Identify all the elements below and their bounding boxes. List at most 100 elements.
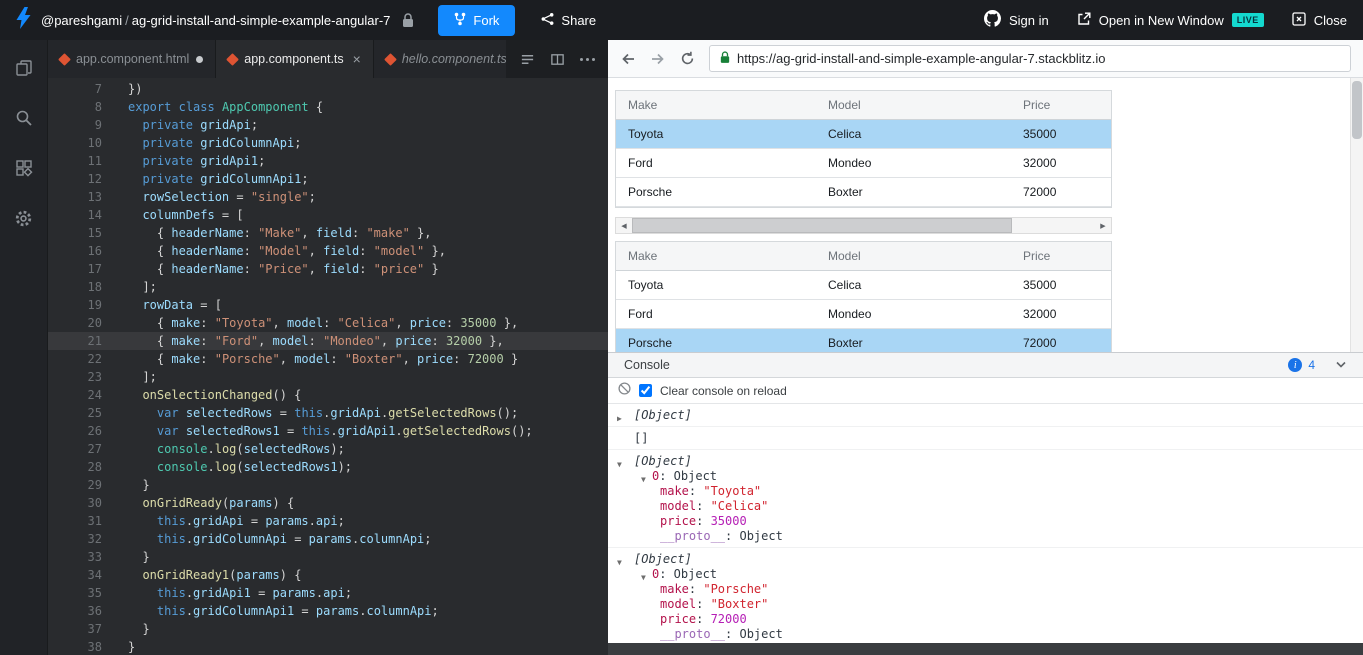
extensions-icon[interactable] xyxy=(8,152,40,184)
bottom-strip xyxy=(608,643,1363,655)
code-line[interactable]: 17 { headerName: "Price", field: "price"… xyxy=(48,260,608,278)
code-line[interactable]: 37 } xyxy=(48,620,608,638)
horizontal-scrollbar[interactable]: ◀ ▶ xyxy=(615,217,1112,234)
grid-cell: Porsche xyxy=(628,185,673,199)
https-lock-icon xyxy=(720,50,730,67)
stackblitz-logo-icon[interactable] xyxy=(16,6,31,34)
code-line[interactable]: 15 { headerName: "Make", field: "make" }… xyxy=(48,224,608,242)
code-line[interactable]: 25 var selectedRows = this.gridApi.getSe… xyxy=(48,404,608,422)
code-line[interactable]: 30 onGridReady(params) { xyxy=(48,494,608,512)
code-line[interactable]: 9 private gridApi; xyxy=(48,116,608,134)
grid-header-cell[interactable]: Make xyxy=(616,242,816,270)
editor-tab[interactable]: app.component.ts × xyxy=(216,40,374,78)
editor-tab[interactable]: app.component.html xyxy=(48,40,217,78)
open-new-window-button[interactable]: Open in New Window LIVE xyxy=(1077,12,1264,29)
hscroll-thumb[interactable] xyxy=(632,218,1012,233)
grid-row[interactable]: Toyota Celica 35000 xyxy=(616,120,1111,149)
collapse-triangle-icon[interactable]: ▼ xyxy=(617,457,622,472)
vertical-scrollbar[interactable] xyxy=(1350,78,1363,352)
split-editor-icon[interactable] xyxy=(544,46,570,72)
vscroll-thumb[interactable] xyxy=(1352,81,1362,139)
code-line[interactable]: 11 private gridApi1; xyxy=(48,152,608,170)
grid-row[interactable]: Ford Mondeo 32000 xyxy=(616,300,1111,329)
code-line[interactable]: 10 private gridColumnApi; xyxy=(48,134,608,152)
code-line[interactable]: 12 private gridColumnApi1; xyxy=(48,170,608,188)
grid-header-cell[interactable]: Model xyxy=(816,91,1011,119)
code-line[interactable]: 32 this.gridColumnApi = params.columnApi… xyxy=(48,530,608,548)
settings-gear-icon[interactable] xyxy=(8,202,40,234)
collapse-triangle-icon[interactable]: ▼ xyxy=(641,570,646,585)
code-line[interactable]: 14 columnDefs = [ xyxy=(48,206,608,224)
forward-icon[interactable] xyxy=(650,51,666,67)
console-entry[interactable]: ▼ [Object] ▼ 0: Object make: "Porsche" model:… xyxy=(608,548,1363,643)
scroll-right-icon[interactable]: ▶ xyxy=(1095,218,1111,233)
clear-on-reload-checkbox[interactable] xyxy=(639,384,652,397)
grid-header-cell[interactable]: Price xyxy=(1011,91,1111,119)
code-line[interactable]: 34 onGridReady1(params) { xyxy=(48,566,608,584)
fork-label: Fork xyxy=(473,12,500,28)
ag-grid-bottom: Make Model Price Toyota Celica 35000 Ford Monde… xyxy=(615,241,1112,352)
console-object-prop: __proto__: Object xyxy=(660,529,783,543)
grid-header-cell[interactable]: Price xyxy=(1011,242,1111,270)
code-line[interactable]: 38} xyxy=(48,638,608,655)
code-line[interactable]: 20 { make: "Toyota", model: "Celica", pr… xyxy=(48,314,608,332)
console-entry[interactable]: ▶ [Object] xyxy=(608,404,1363,427)
code-line[interactable]: 26 var selectedRows1 = this.gridApi1.get… xyxy=(48,422,608,440)
scroll-left-icon[interactable]: ◀ xyxy=(616,218,632,233)
chevron-down-icon[interactable] xyxy=(1335,361,1347,369)
code-line[interactable]: 28 console.log(selectedRows1); xyxy=(48,458,608,476)
grid-row[interactable]: Ford Mondeo 32000 xyxy=(616,149,1111,178)
collapse-triangle-icon[interactable]: ▼ xyxy=(617,555,622,570)
console-panel: Console i 4 Clear console on reload ▶ [O… xyxy=(608,352,1363,643)
signin-button[interactable]: Sign in xyxy=(983,10,1049,30)
code-line[interactable]: 23 ]; xyxy=(48,368,608,386)
code-line[interactable]: 13 rowSelection = "single"; xyxy=(48,188,608,206)
console-tab[interactable]: Console xyxy=(624,358,670,372)
back-icon[interactable] xyxy=(620,51,636,67)
breadcrumb-project[interactable]: ag-grid-install-and-simple-example-angul… xyxy=(132,13,391,28)
topbar: @pareshgami / ag-grid-install-and-simple-e… xyxy=(0,0,1363,40)
share-button[interactable]: Share xyxy=(541,12,596,29)
code-line[interactable]: 19 rowData = [ xyxy=(48,296,608,314)
code-line[interactable]: 8 export class AppComponent { xyxy=(48,98,608,116)
url-bar[interactable]: https://ag-grid-install-and-simple-examp… xyxy=(709,45,1351,72)
console-object-prop: model: "Boxter" xyxy=(660,597,769,611)
code-line[interactable]: 16 { headerName: "Model", field: "model"… xyxy=(48,242,608,260)
code-line[interactable]: 36 this.gridColumnApi1 = params.columnAp… xyxy=(48,602,608,620)
grid-row[interactable]: Porsche Boxter 72000 xyxy=(616,178,1111,207)
code-line[interactable]: 33 } xyxy=(48,548,608,566)
console-header[interactable]: Console i 4 xyxy=(608,353,1363,378)
clear-console-icon[interactable] xyxy=(618,381,631,400)
close-button[interactable]: Close xyxy=(1292,11,1347,29)
close-tab-icon[interactable]: × xyxy=(353,51,361,67)
grid-row[interactable]: Porsche Boxter 72000 xyxy=(616,329,1111,352)
fork-button[interactable]: Fork xyxy=(438,4,516,36)
project-files-icon[interactable] xyxy=(8,52,40,84)
grid-row[interactable]: Toyota Celica 35000 xyxy=(616,271,1111,300)
console-entry[interactable]: ▼ [Object] ▼ 0: Object make: "Toyota" model: … xyxy=(608,450,1363,548)
code-line[interactable]: 24 onSelectionChanged() { xyxy=(48,386,608,404)
code-line[interactable]: 29 } xyxy=(48,476,608,494)
collapse-triangle-icon[interactable]: ▼ xyxy=(641,472,646,487)
code-line[interactable]: 21 { make: "Ford", model: "Mondeo", pric… xyxy=(48,332,608,350)
more-actions-icon[interactable] xyxy=(574,46,600,72)
console-entry[interactable]: [] xyxy=(608,427,1363,450)
expand-triangle-icon[interactable]: ▶ xyxy=(617,411,622,426)
search-icon[interactable] xyxy=(8,102,40,134)
breadcrumb-username[interactable]: @pareshgami xyxy=(41,13,122,28)
close-window-icon xyxy=(1292,11,1306,29)
code-area[interactable]: 7}) 8 export class AppComponent {9 private… xyxy=(48,78,608,655)
code-line[interactable]: 7}) xyxy=(48,80,608,98)
code-line[interactable]: 22 { make: "Porsche", model: "Boxter", p… xyxy=(48,350,608,368)
code-line[interactable]: 27 console.log(selectedRows); xyxy=(48,440,608,458)
privacy-lock-icon[interactable] xyxy=(402,12,414,28)
editor-tab[interactable]: hello.component.ts xyxy=(373,40,506,78)
grid-header-cell[interactable]: Make xyxy=(616,91,816,119)
grid-header-cell[interactable]: Model xyxy=(816,242,1011,270)
refresh-icon[interactable] xyxy=(680,51,695,66)
code-line[interactable]: 31 this.gridApi = params.api; xyxy=(48,512,608,530)
code-line[interactable]: 35 this.gridApi1 = params.api; xyxy=(48,584,608,602)
format-lines-icon[interactable] xyxy=(514,46,540,72)
ag-grid-top: Make Model Price Toyota Celica 35000 Ford Monde… xyxy=(615,90,1112,208)
code-line[interactable]: 18 ]; xyxy=(48,278,608,296)
